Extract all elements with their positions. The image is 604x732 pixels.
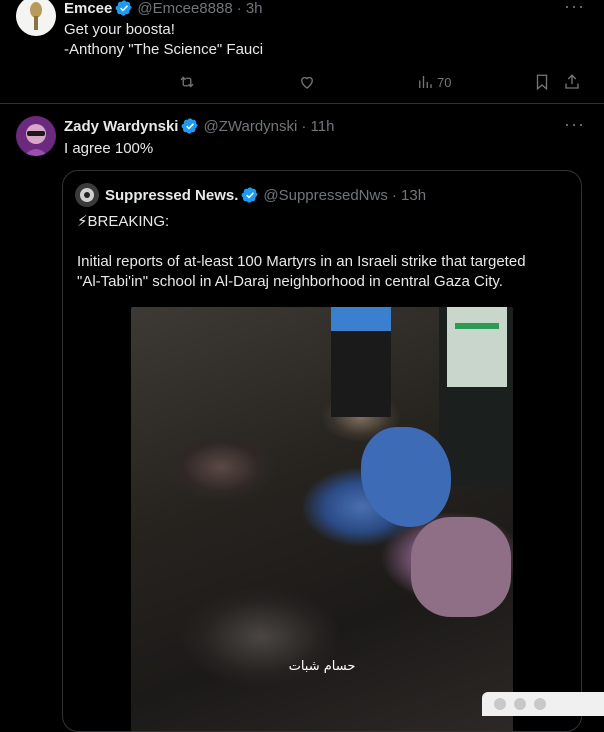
window-control-dot[interactable] [494, 698, 506, 710]
avatar-suppressed-news[interactable] [75, 183, 99, 207]
image-cloth [411, 517, 511, 617]
like-button[interactable] [298, 73, 316, 91]
more-options-icon[interactable]: ··· [564, 0, 585, 17]
microphone-avatar-image [16, 0, 56, 36]
quoted-author-handle[interactable]: @SuppressedNws [263, 187, 387, 204]
quoted-media-image[interactable]: حسام شبات [131, 307, 513, 731]
verified-badge-icon [115, 0, 133, 16]
author-handle[interactable]: @Emcee8888 [137, 0, 232, 17]
retweet-icon [180, 76, 194, 88]
post-emcee[interactable]: Emcee @Emcee8888 · 3h ··· Get your boost… [0, 0, 604, 103]
post-text-line: -Anthony "The Science" Fauci [64, 41, 264, 58]
quoted-breaking-label: ⚡BREAKING: [77, 213, 170, 230]
post-time[interactable]: · 11h [301, 118, 334, 135]
quoted-body-line: Initial reports of at-least 100 Martyrs … [77, 253, 526, 270]
post-text: I agree 100% [64, 140, 154, 157]
retweet-button[interactable] [178, 73, 196, 91]
quoted-post-time[interactable]: · 13h [392, 187, 426, 204]
post-text-line: Get your boosta! [64, 21, 175, 38]
window-control-dot[interactable] [534, 698, 546, 710]
author-handle[interactable]: @ZWardynski [203, 118, 297, 135]
media-caption: حسام شبات [288, 659, 356, 674]
post-time[interactable]: · 3h [237, 0, 263, 17]
quoted-body-line: "Al-Tabi'in" school in Al-Daraj neighbor… [77, 273, 503, 290]
more-options-icon[interactable]: ··· [564, 114, 585, 135]
quoted-post[interactable]: Suppressed News. @SuppressedNws · 13h ⚡B… [62, 170, 582, 732]
share-icon [565, 74, 579, 89]
bookmark-button[interactable] [533, 73, 551, 91]
heart-icon [301, 76, 313, 89]
author-name[interactable]: Emcee [64, 0, 112, 17]
profile-photo-image [16, 116, 56, 156]
avatar-zady[interactable] [16, 116, 56, 156]
bookmark-icon [536, 74, 548, 91]
views-icon [419, 76, 432, 88]
window-control-dot[interactable] [514, 698, 526, 710]
avatar-emcee[interactable] [16, 0, 56, 36]
verified-badge-icon [182, 118, 199, 134]
views-button[interactable]: 70 [416, 73, 451, 91]
image-figure [331, 307, 391, 417]
views-count: 70 [437, 74, 452, 90]
image-figure [439, 307, 513, 487]
share-button[interactable] [563, 73, 581, 91]
verified-badge-icon [241, 187, 259, 203]
image-cloth [361, 427, 451, 527]
author-name[interactable]: Zady Wardynski [64, 118, 178, 135]
quoted-author-name[interactable]: Suppressed News. [105, 187, 238, 204]
window-controls[interactable] [482, 692, 604, 716]
news-logo-image [75, 183, 99, 207]
